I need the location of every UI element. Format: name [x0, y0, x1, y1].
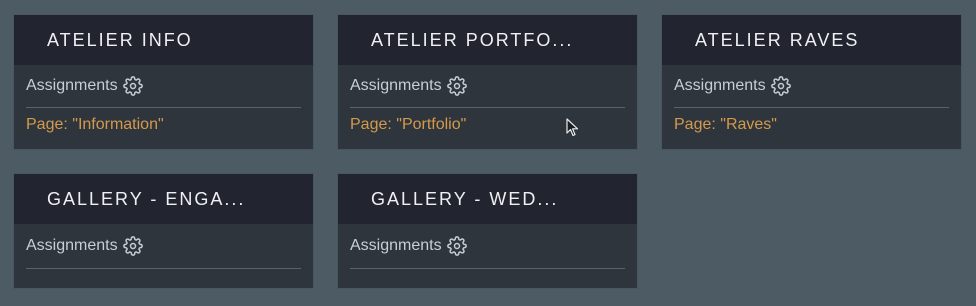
assignments-label: Assignments — [26, 77, 118, 94]
mouse-cursor-icon — [566, 118, 579, 137]
card-header[interactable]: ATELIER PORTFO... — [338, 15, 637, 65]
assignments-label: Assignments — [350, 237, 442, 254]
assignments-label: Assignments — [26, 237, 118, 254]
assignments-row: Assignments — [26, 224, 301, 269]
card-atelier-raves[interactable]: ATELIER RAVES Assignments Page: "Raves" — [662, 15, 961, 149]
gear-icon[interactable] — [770, 76, 791, 96]
page-link[interactable]: Page: "Information" — [26, 116, 164, 134]
gear-icon[interactable] — [446, 236, 467, 256]
card-header[interactable]: ATELIER INFO — [14, 15, 313, 65]
card-gallery-wedding[interactable]: GALLERY - WED... Assignments — [338, 174, 637, 288]
card-title: GALLERY - ENGA... — [47, 188, 246, 209]
page-link[interactable]: Page: "Raves" — [674, 116, 777, 134]
assignments-label: Assignments — [350, 77, 442, 94]
card-header[interactable]: GALLERY - WED... — [338, 174, 637, 224]
gear-icon[interactable] — [446, 76, 467, 96]
card-title: GALLERY - WED... — [371, 188, 559, 209]
card-header[interactable]: GALLERY - ENGA... — [14, 174, 313, 224]
gear-icon[interactable] — [122, 76, 143, 96]
card-header[interactable]: ATELIER RAVES — [662, 15, 961, 65]
card-title: ATELIER PORTFO... — [371, 29, 574, 50]
card-atelier-portfolio[interactable]: ATELIER PORTFO... Assignments Page: "Por… — [338, 15, 637, 149]
card-title: ATELIER RAVES — [695, 29, 860, 50]
assignments-row: Assignments — [350, 224, 625, 269]
assignments-row: Assignments — [674, 65, 949, 108]
assignments-row: Assignments — [26, 65, 301, 108]
card-gallery-engagement[interactable]: GALLERY - ENGA... Assignments — [14, 174, 313, 288]
assignments-row: Assignments — [350, 65, 625, 108]
page-link[interactable]: Page: "Portfolio" — [350, 116, 466, 134]
card-title: ATELIER INFO — [47, 29, 193, 50]
card-atelier-info[interactable]: ATELIER INFO Assignments Page: "Informat… — [14, 15, 313, 149]
assignments-label: Assignments — [674, 77, 766, 94]
gear-icon[interactable] — [122, 236, 143, 256]
